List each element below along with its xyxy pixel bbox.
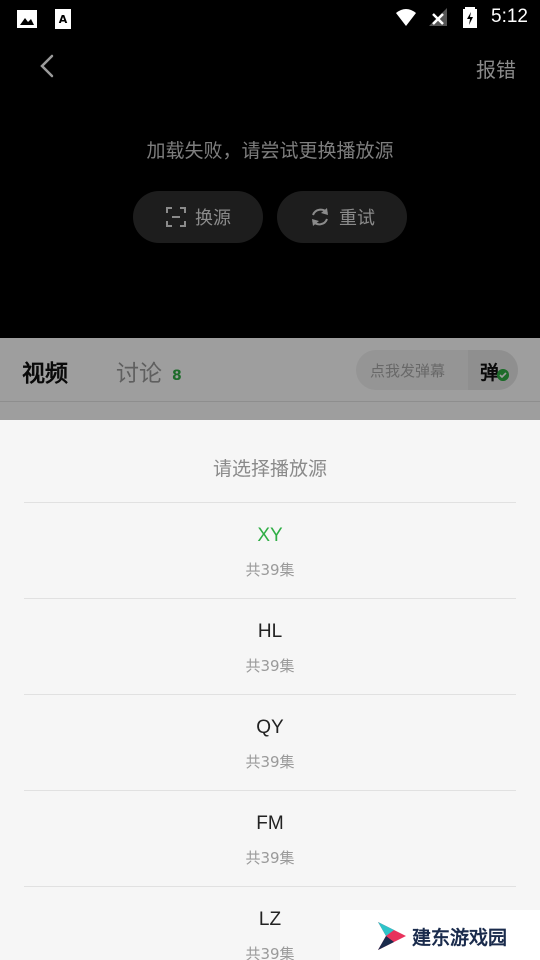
wifi-icon	[396, 9, 417, 26]
source-item-hl[interactable]: HL 共39集	[24, 599, 516, 694]
watermark-logo-icon	[378, 922, 406, 950]
switch-source-button[interactable]: 换源	[133, 191, 263, 243]
source-item-xy[interactable]: XY 共39集	[24, 503, 516, 598]
svg-text:A: A	[59, 13, 68, 26]
source-name: FM	[256, 813, 284, 834]
episode-count: 共39集	[245, 849, 295, 867]
retry-button[interactable]: 重试	[277, 191, 407, 243]
episode-count: 共39集	[245, 657, 295, 675]
modal-overlay[interactable]	[0, 338, 540, 420]
back-arrow-icon[interactable]	[34, 52, 62, 80]
source-picker-sheet: 请选择播放源 XY 共39集 HL 共39集 QY 共39集 FM 共39集 L…	[0, 420, 540, 960]
source-name: XY	[257, 525, 283, 546]
video-player[interactable]: 报错 加载失败，请尝试更换播放源 换源 重试	[0, 36, 540, 338]
status-bar: A 5:12	[0, 0, 540, 36]
episode-count: 共39集	[245, 561, 295, 579]
watermark: 建东游戏园	[340, 910, 540, 960]
error-message: 加载失败，请尝试更换播放源	[146, 140, 394, 162]
refresh-icon	[312, 208, 328, 226]
source-name: HL	[257, 621, 283, 642]
app-notification-icon: A	[55, 9, 71, 29]
report-button[interactable]: 报错	[476, 54, 516, 83]
retry-label: 重试	[339, 208, 375, 229]
clock: 5:12	[491, 6, 528, 27]
source-name: QY	[256, 717, 284, 738]
episode-count: 共39集	[245, 753, 295, 771]
switch-source-label: 换源	[195, 208, 231, 229]
battery-icon	[463, 7, 478, 28]
switch-source-icon	[166, 207, 186, 227]
image-notification-icon	[17, 10, 37, 28]
no-signal-icon	[429, 8, 448, 26]
source-item-qy[interactable]: QY 共39集	[24, 695, 516, 790]
sheet-title: 请选择播放源	[212, 458, 327, 480]
watermark-text: 建东游戏园	[412, 927, 508, 949]
source-item-fm[interactable]: FM 共39集	[24, 791, 516, 886]
